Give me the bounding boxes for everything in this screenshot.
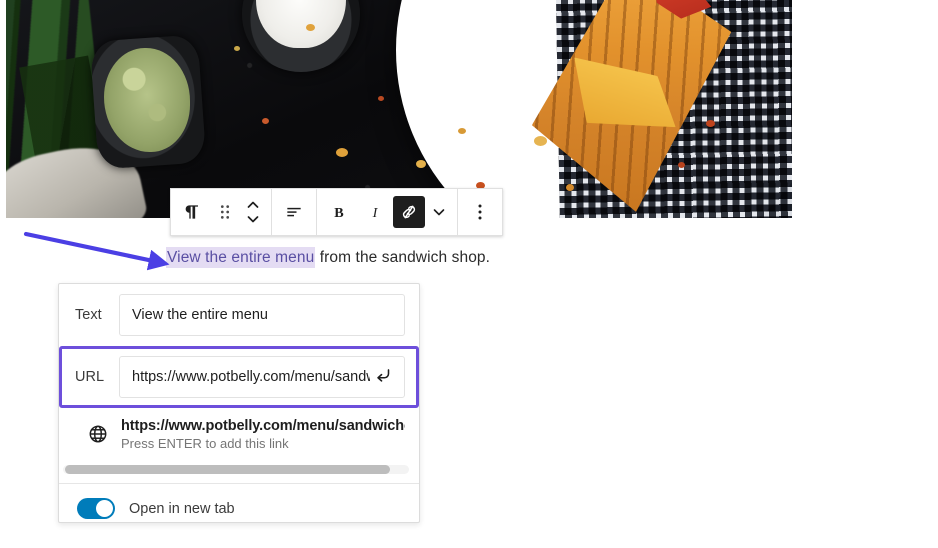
toolbar-group-format: B I xyxy=(316,189,457,235)
enter-return-arrow-icon xyxy=(372,364,394,390)
toggle-knob xyxy=(96,500,113,517)
featured-image[interactable] xyxy=(6,0,792,218)
drag-dots-icon xyxy=(217,203,233,221)
link-button[interactable] xyxy=(393,196,425,228)
italic-button[interactable]: I xyxy=(357,189,393,235)
link-url-field-row: URL https://www.potbelly.com/menu/sandw xyxy=(59,346,419,408)
link-url-value: https://www.potbelly.com/menu/sandw xyxy=(132,369,370,385)
open-in-new-tab-toggle[interactable] xyxy=(77,498,115,519)
paragraph-icon xyxy=(183,202,203,222)
open-in-new-tab-label: Open in new tab xyxy=(129,500,235,517)
crumb xyxy=(234,46,240,51)
annotation-arrow-icon xyxy=(23,231,170,271)
scrollbar-thumb[interactable] xyxy=(65,465,390,474)
bold-button[interactable]: B xyxy=(321,189,357,235)
paragraph-block-type-button[interactable] xyxy=(175,189,211,235)
paragraph-rest-text: from the sandwich shop. xyxy=(315,249,491,266)
toolbar-group-block xyxy=(171,189,271,235)
bold-icon: B xyxy=(329,202,349,222)
crumb xyxy=(306,24,315,31)
toolbar-group-options xyxy=(457,189,502,235)
crumb xyxy=(534,136,547,146)
link-suggestion-item[interactable]: https://www.potbelly.com/menu/sandwiches… xyxy=(59,408,419,459)
selected-link-text[interactable]: View the entire menu xyxy=(166,247,316,268)
chevron-up-down-icon xyxy=(245,199,261,225)
move-up-down-button[interactable] xyxy=(239,189,267,235)
link-url-label: URL xyxy=(75,369,105,385)
popover-horizontal-scrollbar[interactable] xyxy=(63,465,409,474)
open-in-new-tab-row[interactable]: Open in new tab xyxy=(59,484,419,522)
align-text-button[interactable] xyxy=(276,189,312,235)
crumb xyxy=(458,128,466,134)
more-rich-text-button[interactable] xyxy=(425,189,453,235)
italic-icon: I xyxy=(365,202,385,222)
link-text-value: View the entire menu xyxy=(132,307,268,323)
crumb xyxy=(262,118,269,124)
crumb xyxy=(336,148,348,157)
link-text-label: Text xyxy=(75,307,102,323)
link-text-field-row: Text View the entire menu xyxy=(59,284,419,346)
link-suggestion-hint: Press ENTER to add this link xyxy=(121,436,289,451)
toolbar-group-align xyxy=(271,189,316,235)
vertical-dots-icon xyxy=(471,202,489,222)
block-toolbar[interactable]: B I xyxy=(170,188,503,236)
crumb xyxy=(416,160,426,168)
link-suggestion-url: https://www.potbelly.com/menu/sandwiches xyxy=(121,418,405,434)
submit-link-button[interactable] xyxy=(370,364,396,390)
link-text-input[interactable]: View the entire menu xyxy=(119,294,405,336)
svg-text:B: B xyxy=(334,205,344,221)
paragraph-text[interactable]: View the entire menu from the sandwich s… xyxy=(166,247,491,268)
link-settings-popover[interactable]: Text View the entire menu URL https://ww… xyxy=(58,283,420,523)
align-left-icon xyxy=(283,202,305,222)
link-suggestion-text: https://www.potbelly.com/menu/sandwiches… xyxy=(113,418,405,451)
avocado-dip xyxy=(104,48,190,152)
globe-icon xyxy=(87,423,113,450)
chevron-down-icon xyxy=(431,204,447,220)
crumb xyxy=(378,96,384,101)
link-url-input[interactable]: https://www.potbelly.com/menu/sandw xyxy=(119,356,405,398)
crumb xyxy=(566,184,574,191)
crumb xyxy=(706,120,715,127)
block-options-button[interactable] xyxy=(462,189,498,235)
svg-text:I: I xyxy=(372,205,379,221)
link-icon xyxy=(399,202,419,222)
photo-elements xyxy=(6,0,792,218)
crumb xyxy=(678,162,685,168)
drag-handle-button[interactable] xyxy=(211,189,239,235)
